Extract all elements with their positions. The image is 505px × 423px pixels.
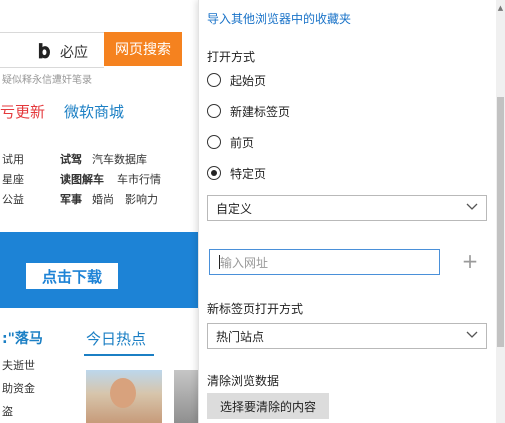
news-tab-underline: [84, 354, 154, 356]
chevron-down-icon: [466, 203, 478, 210]
news-tab-hot[interactable]: 今日热点: [86, 328, 146, 349]
grid-link[interactable]: 影响力: [125, 191, 158, 207]
radio-specific-page[interactable]: 特定页: [207, 163, 266, 183]
text-caret: [219, 255, 220, 269]
radio-new-tab-page[interactable]: 新建标签页: [207, 101, 290, 121]
news-photo[interactable]: [86, 370, 162, 423]
web-search-button[interactable]: 网页搜索: [104, 32, 182, 66]
radio-label: 特定页: [230, 166, 267, 181]
grid-link[interactable]: 汽车数据库: [92, 151, 147, 167]
background-web-page: 𝐛 必应 网页搜索 疑似释永信遭奸笔录 亏更新 微软商城 试用 试驾 汽车数据库…: [0, 0, 198, 423]
grid-link[interactable]: 军事: [60, 191, 82, 207]
radio-button[interactable]: [207, 104, 221, 118]
add-url-button[interactable]: +: [461, 251, 479, 271]
select-value: 热门站点: [216, 329, 265, 344]
person-image: [110, 378, 136, 408]
scroll-up-arrow-icon[interactable]: ▲: [496, 4, 505, 12]
new-tab-label: 新标签页打开方式: [207, 302, 304, 316]
choose-clear-button[interactable]: 选择要清除的内容: [207, 393, 329, 419]
news-photo[interactable]: [174, 370, 198, 423]
import-favorites-link[interactable]: 导入其他浏览器中的收藏夹: [207, 10, 351, 27]
panel-scrollbar[interactable]: ▲: [496, 0, 505, 423]
grid-link[interactable]: 婚尚: [92, 191, 114, 207]
radio-previous-page[interactable]: 前页: [207, 132, 254, 152]
chevron-down-icon: [466, 331, 478, 338]
nav-link-updates[interactable]: 亏更新: [0, 101, 45, 122]
grid-link[interactable]: 读图解车: [60, 171, 104, 187]
news-item[interactable]: 夫逝世: [2, 357, 35, 373]
radio-button-checked[interactable]: [207, 166, 221, 180]
new-tab-select[interactable]: 热门站点: [207, 323, 487, 349]
settings-panel: 导入其他浏览器中的收藏夹 打开方式 起始页 新建标签页 前页 特定页 自定义 输…: [198, 0, 505, 423]
search-brand: 必应: [60, 45, 88, 61]
grid-link[interactable]: 星座: [2, 171, 24, 187]
grid-link[interactable]: 试驾: [60, 151, 82, 167]
nav-link-store[interactable]: 微软商城: [64, 101, 124, 122]
url-placeholder: 输入网址: [220, 255, 269, 270]
download-button[interactable]: 点击下载: [26, 263, 118, 289]
news-item[interactable]: 助资金: [2, 380, 35, 396]
custom-page-select[interactable]: 自定义: [207, 195, 487, 221]
clear-data-label: 清除浏览数据: [207, 374, 280, 388]
grid-link[interactable]: 试用: [2, 151, 24, 167]
search-hint[interactable]: 疑似释永信遭奸笔录: [2, 71, 92, 86]
bing-logo-icon: 𝐛: [38, 39, 51, 63]
scrollbar-thumb[interactable]: [497, 97, 504, 347]
search-box[interactable]: 𝐛 必应: [0, 32, 104, 68]
radio-label: 起始页: [230, 73, 267, 88]
radio-start-page[interactable]: 起始页: [207, 70, 266, 90]
open-with-label: 打开方式: [207, 50, 256, 64]
radio-label: 新建标签页: [230, 104, 291, 119]
news-item[interactable]: 盗: [2, 403, 13, 419]
radio-button[interactable]: [207, 73, 221, 87]
news-heading-partial[interactable]: :"落马: [2, 328, 43, 348]
radio-label: 前页: [230, 135, 255, 150]
select-value: 自定义: [216, 201, 253, 216]
radio-button[interactable]: [207, 135, 221, 149]
grid-link[interactable]: 车市行情: [117, 171, 161, 187]
grid-link[interactable]: 公益: [2, 191, 24, 207]
url-input[interactable]: 输入网址: [209, 249, 440, 275]
